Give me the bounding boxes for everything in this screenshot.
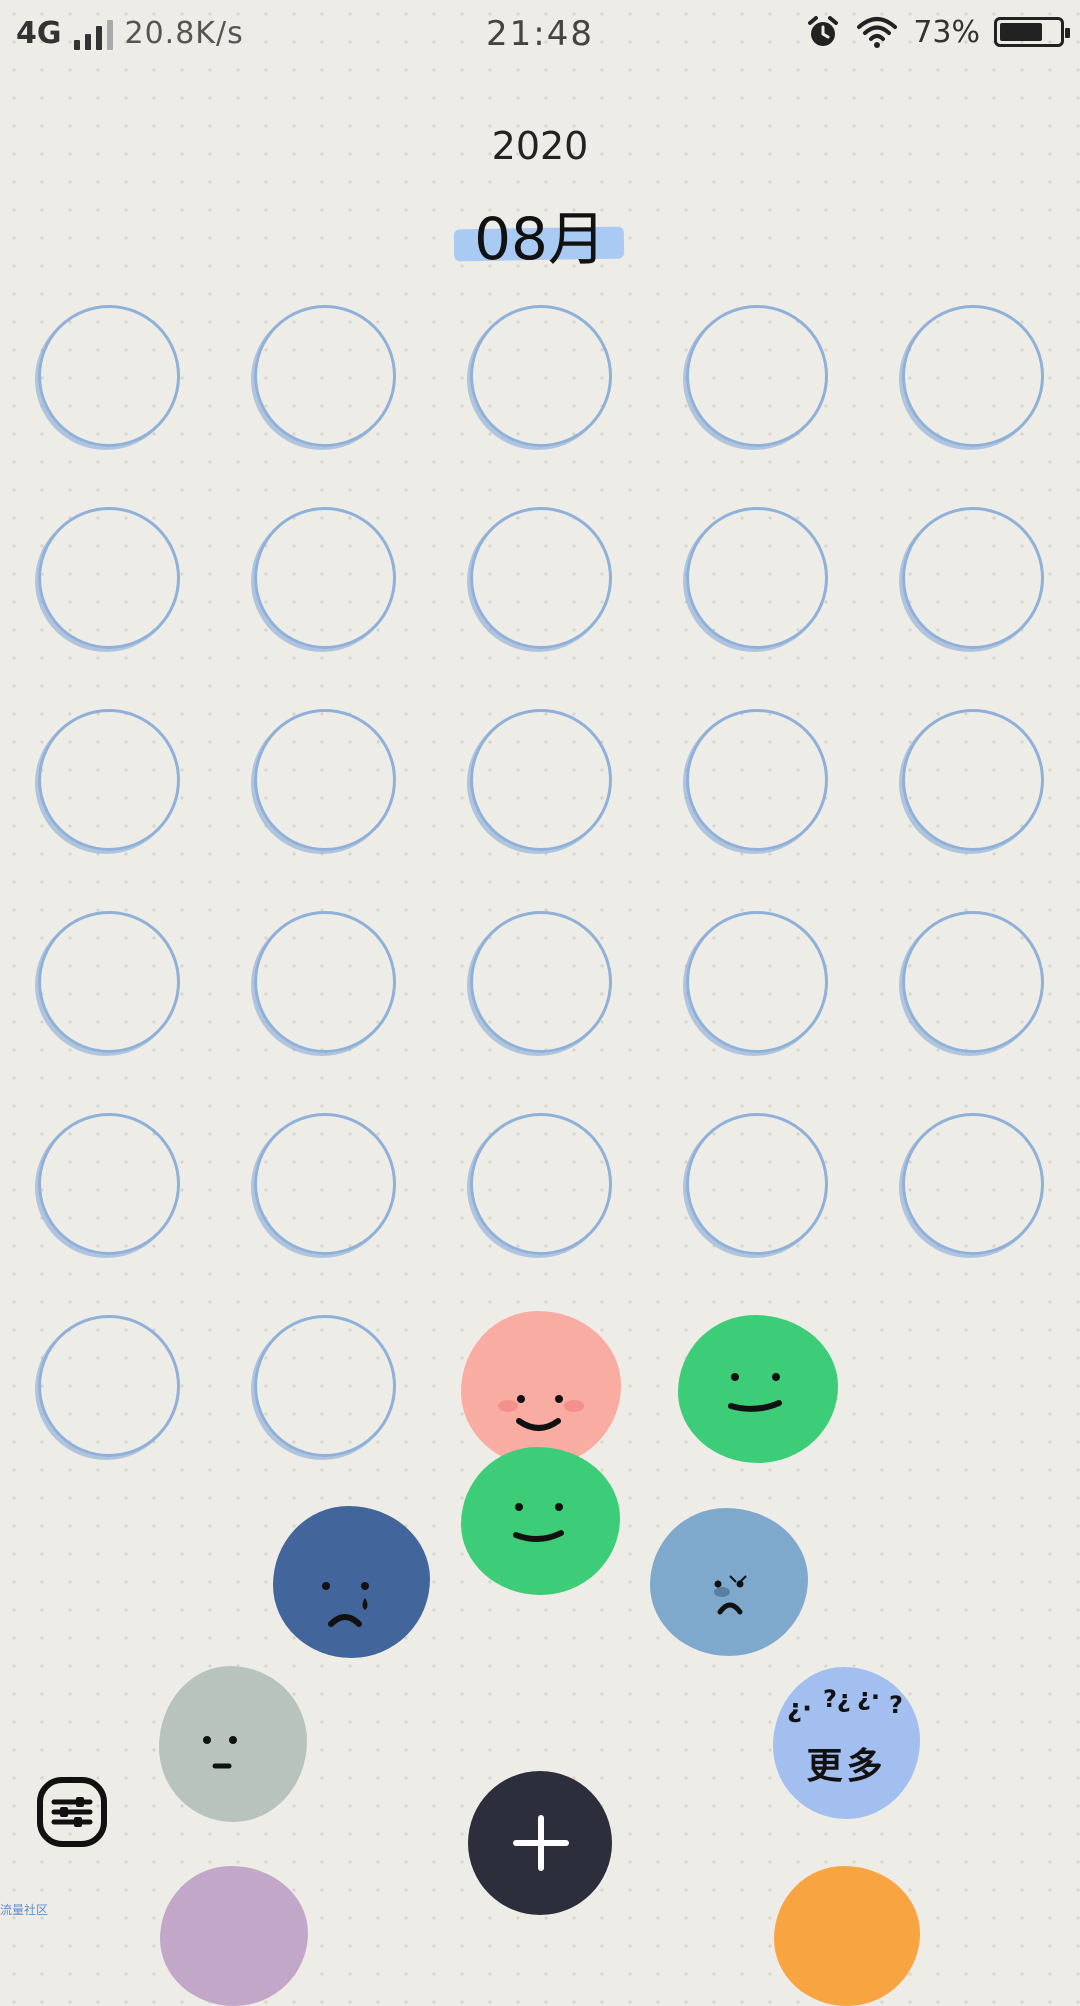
day-circle[interactable] <box>470 305 612 447</box>
sliders-icon <box>37 1777 107 1847</box>
mood-orange[interactable] <box>774 1866 920 2006</box>
day-circle[interactable] <box>902 1113 1044 1255</box>
watermark: 流量社区 <box>0 1903 49 1917</box>
mood-worried[interactable] <box>650 1508 808 1656</box>
neutral-face-icon <box>203 1736 237 1769</box>
mood-happy-blush[interactable] <box>461 1311 621 1466</box>
svg-text:¿·: ¿· <box>857 1683 880 1711</box>
day-circle[interactable] <box>686 911 828 1053</box>
status-bar: 4G 20.8K/s 21:48 73% <box>0 0 1080 70</box>
content-face-icon <box>728 1373 782 1412</box>
mood-neutral[interactable] <box>159 1666 307 1822</box>
battery-icon <box>994 17 1070 47</box>
status-right: 73% <box>805 14 1070 50</box>
sad-tear-face-icon <box>322 1582 369 1627</box>
battery-fill <box>1000 23 1042 41</box>
alarm-icon <box>808 16 839 46</box>
day-circle[interactable] <box>38 709 180 851</box>
svg-text:?: ? <box>889 1691 903 1719</box>
mood-sad-tear[interactable] <box>273 1506 430 1658</box>
day-circle[interactable] <box>470 1113 612 1255</box>
day-circle[interactable] <box>470 507 612 649</box>
settings-button[interactable] <box>36 1776 108 1848</box>
mood-purple[interactable] <box>160 1866 308 2006</box>
happy-blush-face-icon <box>498 1395 584 1431</box>
mood-content-green[interactable] <box>678 1315 838 1463</box>
month-selector[interactable]: 08月 <box>0 192 1080 276</box>
day-circle[interactable] <box>38 507 180 649</box>
day-circle[interactable] <box>902 709 1044 851</box>
more-label: 更多 <box>806 1746 887 1787</box>
day-circle[interactable] <box>470 709 612 851</box>
battery-percent: 73% <box>913 14 980 50</box>
day-circle[interactable] <box>686 507 828 649</box>
wifi-icon <box>857 17 898 48</box>
day-circle[interactable] <box>38 1315 180 1457</box>
day-circle[interactable] <box>686 1113 828 1255</box>
svg-text:?¿: ?¿ <box>823 1685 851 1713</box>
day-circle[interactable] <box>902 507 1044 649</box>
worried-face-icon <box>714 1575 747 1615</box>
day-circle[interactable] <box>254 709 396 851</box>
day-circle[interactable] <box>254 1315 396 1457</box>
day-circle[interactable] <box>902 305 1044 447</box>
day-circle[interactable] <box>686 305 828 447</box>
year-label[interactable]: 2020 <box>0 124 1080 168</box>
day-circle[interactable] <box>254 1113 396 1255</box>
month-label[interactable]: 08月 <box>474 205 606 273</box>
day-circle[interactable] <box>38 1113 180 1255</box>
mood-more[interactable]: ¿· ?¿ ¿· ? 更多 <box>773 1667 920 1819</box>
day-circle[interactable] <box>254 507 396 649</box>
day-circle[interactable] <box>902 911 1044 1053</box>
day-circle[interactable] <box>686 709 828 851</box>
smile-face-icon <box>513 1503 564 1542</box>
day-circle[interactable] <box>254 305 396 447</box>
mood-smile-green[interactable] <box>461 1447 620 1595</box>
day-circle[interactable] <box>38 911 180 1053</box>
day-circle[interactable] <box>470 911 612 1053</box>
svg-text:¿·: ¿· <box>787 1694 812 1724</box>
day-circle[interactable] <box>38 305 180 447</box>
add-button[interactable] <box>468 1771 612 1915</box>
day-circle[interactable] <box>254 911 396 1053</box>
